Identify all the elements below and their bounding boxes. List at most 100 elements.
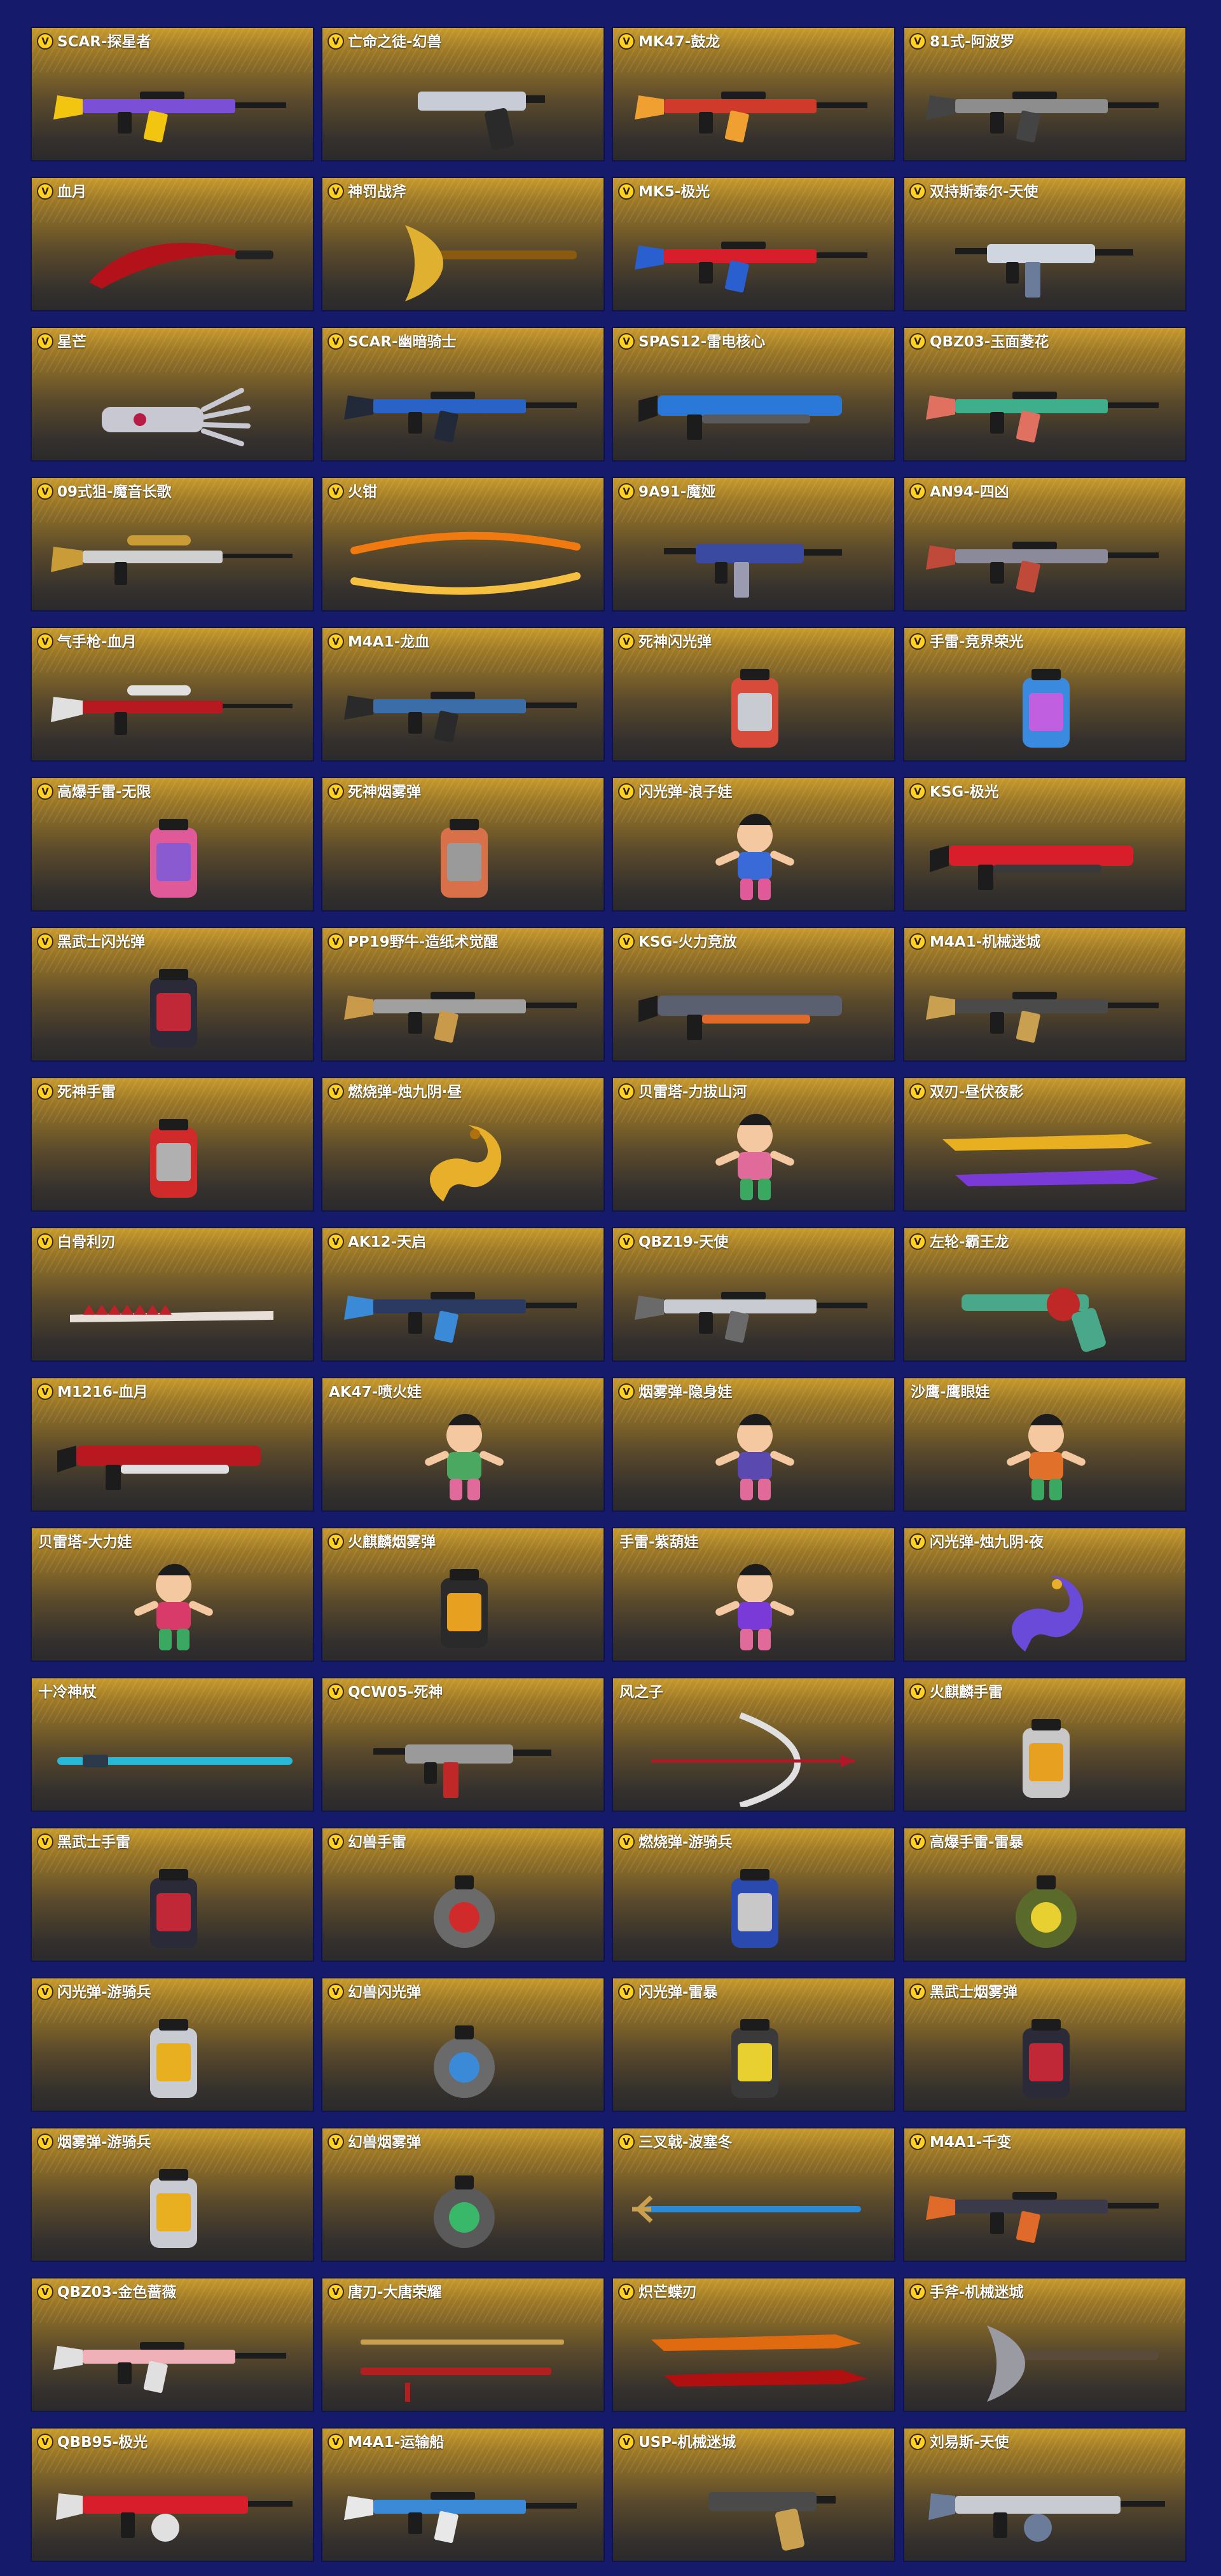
weapon-card[interactable]: V SCAR-幽暗骑士 <box>321 327 605 462</box>
weapon-card[interactable]: V M4A1-机械迷城 <box>903 927 1187 1062</box>
weapon-card[interactable]: V 贝雷塔-力拔山河 <box>612 1077 895 1212</box>
weapon-card[interactable]: V 幻兽烟雾弹 <box>321 2127 605 2262</box>
weapon-card[interactable]: V 09式狙-魔音长歌 <box>31 477 314 612</box>
v-badge-icon: V <box>909 183 926 200</box>
weapon-card[interactable]: V QCW05-死神 <box>321 1677 605 1812</box>
weapon-card[interactable]: V 星芒 <box>31 327 314 462</box>
weapon-card[interactable]: V QBZ03-玉面菱花 <box>903 327 1187 462</box>
weapon-card[interactable]: V M1216-血月 <box>31 1377 314 1512</box>
weapon-rifle-icon <box>635 242 867 293</box>
weapon-card[interactable]: V 火麒麟烟雾弹 <box>321 1527 605 1662</box>
weapon-card[interactable]: V 黑武士手雷 <box>31 1827 314 1962</box>
weapon-card[interactable]: V 刘易斯-天使 <box>903 2427 1187 2562</box>
weapon-card[interactable]: V AN94-四凶 <box>903 477 1187 612</box>
v-badge-icon: V <box>618 483 635 500</box>
weapon-name: SCAR-探星者 <box>57 34 151 50</box>
weapon-katana-icon <box>361 2340 564 2402</box>
v-badge-icon: V <box>618 333 635 350</box>
weapon-card[interactable]: 手雷-紫葫娃 <box>612 1527 895 1662</box>
weapon-card[interactable]: V 死神闪光弹 <box>612 627 895 762</box>
v-badge-icon: V <box>37 1083 53 1100</box>
weapon-card[interactable]: V 高爆手雷-雷暴 <box>903 1827 1187 1962</box>
weapon-card[interactable]: V 左轮-霸王龙 <box>903 1227 1187 1362</box>
weapon-shotgun-icon <box>57 1446 261 1490</box>
weapon-card[interactable]: AK47-喷火娃 <box>321 1377 605 1512</box>
weapon-card[interactable]: V 双刃-昼伏夜影 <box>903 1077 1187 1212</box>
weapon-card[interactable]: V 燃烧弹-游骑兵 <box>612 1827 895 1962</box>
v-badge-icon: V <box>37 333 53 350</box>
weapon-dual-icon <box>651 2334 867 2387</box>
weapon-card[interactable]: V M4A1-龙血 <box>321 627 605 762</box>
weapon-card[interactable]: V 气手枪-血月 <box>31 627 314 762</box>
weapon-card[interactable]: V SPAS12-雷电核心 <box>612 327 895 462</box>
weapon-name: KSG-极光 <box>930 784 999 800</box>
weapon-card[interactable]: V 死神烟雾弹 <box>321 777 605 912</box>
weapon-card[interactable]: V 幻兽闪光弹 <box>321 1977 605 2112</box>
weapon-card[interactable]: V PP19野牛-造纸术觉醒 <box>321 927 605 1062</box>
weapon-sniper-icon <box>51 535 293 585</box>
weapon-card[interactable]: V MK47-鼓龙 <box>612 27 895 161</box>
weapon-card[interactable]: V 火钳 <box>321 477 605 612</box>
v-badge-icon: V <box>328 33 344 50</box>
weapon-card[interactable]: V 死神手雷 <box>31 1077 314 1212</box>
weapon-card[interactable]: V 幻兽手雷 <box>321 1827 605 1962</box>
weapon-card[interactable]: V 烟雾弹-游骑兵 <box>31 2127 314 2262</box>
weapon-card[interactable]: 贝雷塔-大力娃 <box>31 1527 314 1662</box>
weapon-name: M4A1-运输船 <box>348 2434 445 2451</box>
v-badge-icon: V <box>328 183 344 200</box>
weapon-shotgun-icon <box>638 996 842 1040</box>
weapon-card[interactable]: V 高爆手雷-无限 <box>31 777 314 912</box>
weapon-card[interactable]: V 双持斯泰尔-天使 <box>903 177 1187 312</box>
weapon-card[interactable]: V SCAR-探星者 <box>31 27 314 161</box>
weapon-pistol-icon <box>708 2492 836 2551</box>
weapon-card[interactable]: 风之子 <box>612 1677 895 1812</box>
weapon-card[interactable]: V 烟雾弹-隐身娃 <box>612 1377 895 1512</box>
weapon-card[interactable]: V QBB95-极光 <box>31 2427 314 2562</box>
weapon-card[interactable]: V 炽芒蝶刃 <box>612 2277 895 2412</box>
weapon-card[interactable]: V 闪光弹-雷暴 <box>612 1977 895 2112</box>
weapon-card[interactable]: V 神罚战斧 <box>321 177 605 312</box>
weapon-card[interactable]: V 闪光弹-游骑兵 <box>31 1977 314 2112</box>
v-badge-icon: V <box>909 1233 926 1250</box>
weapon-card[interactable]: V 81式-阿波罗 <box>903 27 1187 161</box>
weapon-name: 幻兽手雷 <box>348 1834 406 1851</box>
v-badge-icon: V <box>328 1533 344 1550</box>
v-badge-icon: V <box>618 2134 635 2150</box>
weapon-name: 刘易斯-天使 <box>930 2434 1009 2451</box>
weapon-card[interactable]: V M4A1-千变 <box>903 2127 1187 2262</box>
weapon-name: 燃烧弹-游骑兵 <box>638 1834 733 1851</box>
weapon-card[interactable]: V KSG-极光 <box>903 777 1187 912</box>
weapon-card[interactable]: V 9A91-魔娅 <box>612 477 895 612</box>
weapon-card[interactable]: V AK12-天启 <box>321 1227 605 1362</box>
weapon-card[interactable]: V 黑武士闪光弹 <box>31 927 314 1062</box>
weapon-card[interactable]: V 闪光弹-烛九阴·夜 <box>903 1527 1187 1662</box>
weapon-shotgun-icon <box>930 846 1133 890</box>
weapon-card[interactable]: V 亡命之徒-幻兽 <box>321 27 605 161</box>
weapon-card[interactable]: V MK5-极光 <box>612 177 895 312</box>
weapon-card[interactable]: V KSG-火力竞放 <box>612 927 895 1062</box>
weapon-card[interactable]: 十冷神杖 <box>31 1677 314 1812</box>
weapon-name: AK12-天启 <box>348 1234 427 1250</box>
weapon-name: 火麒麟烟雾弹 <box>348 1534 436 1551</box>
weapon-card[interactable]: V QBZ03-金色蔷薇 <box>31 2277 314 2412</box>
weapon-card[interactable]: V QBZ19-天使 <box>612 1227 895 1362</box>
weapon-card[interactable]: V USP-机械迷城 <box>612 2427 895 2562</box>
weapon-card[interactable]: 沙鹰-鹰眼娃 <box>903 1377 1187 1512</box>
weapon-canister-icon <box>150 819 197 898</box>
v-badge-icon: V <box>909 933 926 950</box>
weapon-card[interactable]: V 手斧-机械迷城 <box>903 2277 1187 2412</box>
weapon-card[interactable]: V 火麒麟手雷 <box>903 1677 1187 1812</box>
weapon-name: 黑武士烟雾弹 <box>930 1984 1018 2001</box>
weapon-card[interactable]: V 三叉戟-波塞冬 <box>612 2127 895 2262</box>
weapon-card[interactable]: V M4A1-运输船 <box>321 2427 605 2562</box>
weapon-card[interactable]: V 血月 <box>31 177 314 312</box>
weapon-card[interactable]: V 燃烧弹-烛九阴·昼 <box>321 1077 605 1212</box>
weapon-name: 火钳 <box>348 484 377 500</box>
weapon-card[interactable]: V 黑武士烟雾弹 <box>903 1977 1187 2112</box>
weapon-card[interactable]: V 唐刀-大唐荣耀 <box>321 2277 605 2412</box>
weapon-card[interactable]: V 闪光弹-浪子娃 <box>612 777 895 912</box>
weapon-name: 闪光弹-烛九阴·夜 <box>930 1534 1044 1551</box>
v-badge-icon: V <box>37 1383 53 1400</box>
weapon-card[interactable]: V 手雷-竞界荣光 <box>903 627 1187 762</box>
weapon-card[interactable]: V 白骨利刃 <box>31 1227 314 1362</box>
